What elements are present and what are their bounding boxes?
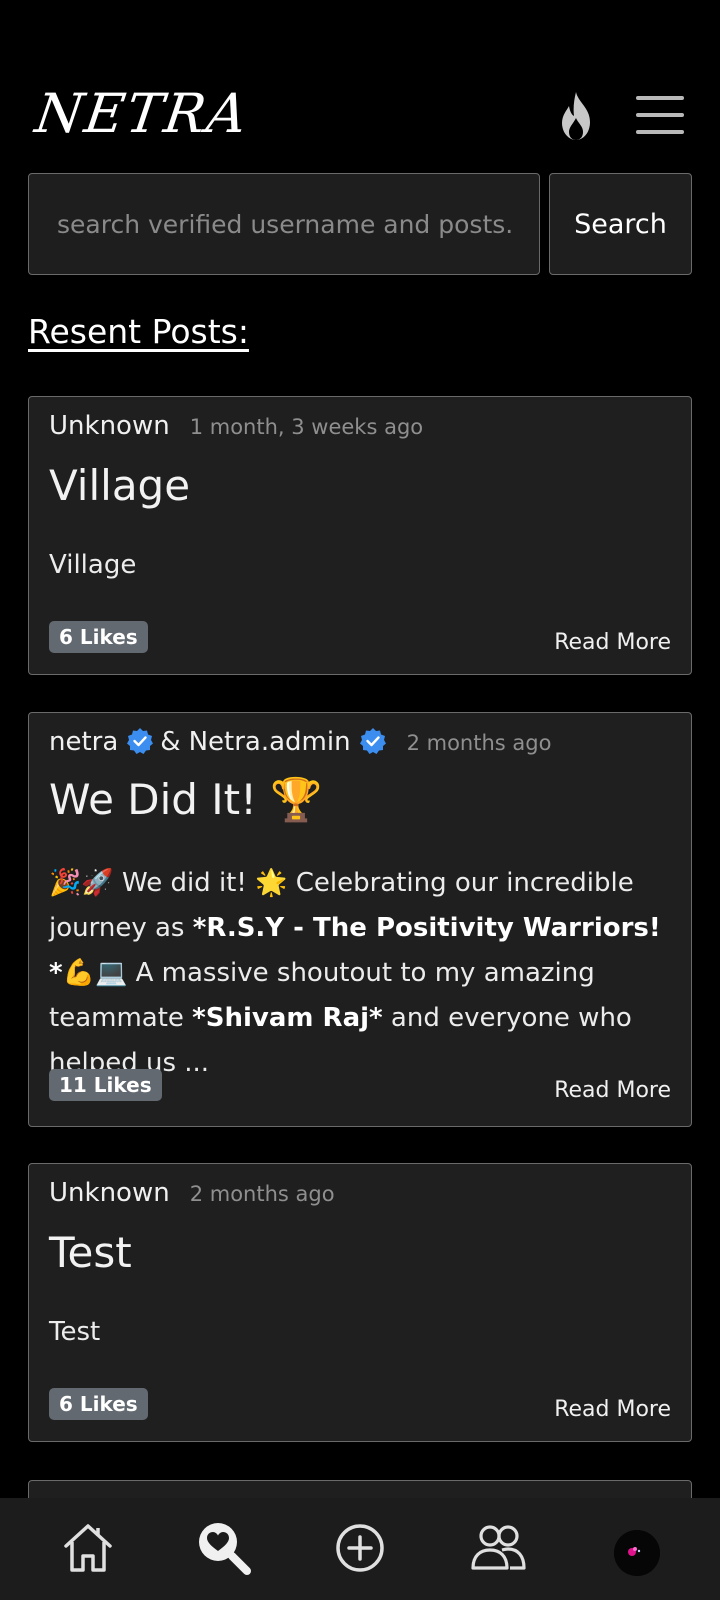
explore-search-icon[interactable] (194, 1518, 254, 1578)
hamburger-menu-icon[interactable] (636, 96, 684, 134)
post-card[interactable]: Unknown 2 months ago Test Test 6 Likes Re… (28, 1163, 692, 1442)
verified-badge-icon (127, 728, 154, 754)
post-author[interactable]: Unknown (49, 1178, 170, 1208)
likes-badge: 6 Likes (49, 1388, 148, 1420)
bottom-navigation (0, 1498, 720, 1600)
section-title: Resent Posts: (28, 312, 249, 351)
read-more-link[interactable]: Read More (554, 630, 671, 655)
teammate-name: *Shivam Raj* (192, 1003, 383, 1033)
coauthor-separator: & (160, 727, 181, 757)
search-button[interactable]: Search (549, 173, 692, 275)
post-time: 2 months ago (189, 1182, 335, 1206)
brand-logo[interactable]: NETRA (32, 82, 253, 145)
post-card[interactable]: netra & Netra.admin 2 months ago We Did It!… (28, 712, 692, 1127)
likes-badge: 6 Likes (49, 621, 148, 653)
post-body: Village (49, 550, 137, 580)
post-body: Test (49, 1317, 101, 1347)
post-author[interactable]: netra (49, 727, 118, 757)
post-title: Test (49, 1228, 132, 1277)
create-post-icon[interactable] (330, 1518, 390, 1578)
flame-icon[interactable] (556, 90, 596, 142)
friends-icon[interactable] (468, 1518, 528, 1578)
read-more-link[interactable]: Read More (554, 1078, 671, 1103)
post-meta: Unknown 2 months ago (49, 1178, 335, 1208)
home-icon[interactable] (58, 1518, 118, 1578)
post-title: Village (49, 461, 191, 510)
avatar-image (614, 1530, 660, 1576)
verified-badge-icon (359, 728, 386, 754)
search-input[interactable] (28, 173, 540, 275)
post-body: 🎉🚀 We did it! 🌟 Celebrating our incredib… (49, 868, 661, 1078)
likes-badge: 11 Likes (49, 1069, 162, 1101)
post-coauthor[interactable]: Netra.admin (189, 727, 351, 757)
post-title: We Did It! 🏆 (49, 775, 323, 824)
post-card[interactable]: Unknown 1 month, 3 weeks ago Village Vill… (28, 396, 692, 675)
post-meta: Unknown 1 month, 3 weeks ago (49, 411, 423, 441)
post-author[interactable]: Unknown (49, 411, 170, 441)
read-more-link[interactable]: Read More (554, 1397, 671, 1422)
profile-avatar[interactable] (614, 1530, 660, 1576)
app-screen: NETRA Search Resent Posts: Unknown 1 mont… (0, 0, 720, 1600)
post-time: 1 month, 3 weeks ago (189, 415, 424, 439)
post-time: 2 months ago (406, 731, 552, 755)
post-meta: netra & Netra.admin 2 months ago (49, 727, 551, 757)
